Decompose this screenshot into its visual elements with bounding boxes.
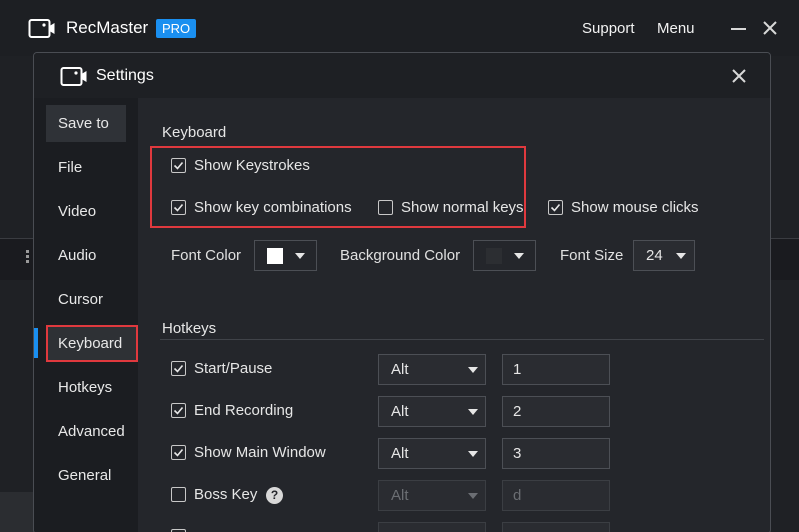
show-key-combinations-checkbox[interactable]: [171, 200, 186, 215]
sidebar-item-keyboard[interactable]: Keyboard: [46, 325, 138, 362]
chevron-down-icon: [468, 367, 478, 373]
chevron-down-icon: [468, 451, 478, 457]
recmaster-logo-icon: [28, 19, 55, 38]
boss-key-key-input[interactable]: d: [502, 480, 610, 511]
show-key-combinations-label: Show key combinations: [194, 199, 352, 216]
end-recording-checkbox[interactable]: [171, 403, 186, 418]
sidebar-item-hotkeys[interactable]: Hotkeys: [46, 369, 126, 406]
dialog-header: Settings: [34, 53, 770, 98]
checkmark-icon: [173, 364, 184, 373]
end-recording-label: End Recording: [194, 402, 294, 419]
background-color-swatch: [486, 248, 502, 264]
app-title: RecMaster: [66, 18, 149, 37]
show-main-window-label: Show Main Window: [194, 444, 326, 461]
hotkeys-section-title: Hotkeys: [162, 320, 217, 337]
help-icon[interactable]: ?: [266, 487, 283, 504]
font-size-label: Font Size: [560, 247, 624, 264]
show-keystrokes-label: Show Keystrokes: [194, 157, 310, 174]
chevron-down-icon: [295, 253, 305, 259]
background-panel: [0, 492, 34, 532]
boss-key-label: Boss Key: [194, 486, 258, 503]
background-toolbar-right: [770, 238, 799, 280]
boss-key-modifier-select[interactable]: Alt: [378, 480, 486, 511]
app-titlebar: RecMaster PRO Support Menu: [0, 0, 799, 56]
font-color-swatch: [267, 248, 283, 264]
show-main-window-modifier-select[interactable]: Alt: [378, 438, 486, 469]
next-hotkey-modifier-select[interactable]: [378, 522, 486, 532]
pro-badge: PRO: [156, 19, 197, 38]
show-main-window-checkbox[interactable]: [171, 445, 186, 460]
sidebar-item-save-to[interactable]: Save to: [46, 105, 126, 142]
start-pause-checkbox[interactable]: [171, 361, 186, 376]
font-size-value: 24: [646, 247, 663, 264]
settings-dialog: Settings Save to File Video Audio Cursor…: [33, 52, 771, 532]
chevron-down-icon: [514, 253, 524, 259]
active-indicator: [34, 328, 38, 358]
end-recording-modifier-select[interactable]: Alt: [378, 396, 486, 427]
checkmark-icon: [173, 406, 184, 415]
chevron-down-icon: [676, 253, 686, 259]
end-recording-key-input[interactable]: 2: [502, 396, 610, 427]
start-pause-label: Start/Pause: [194, 360, 273, 377]
chevron-down-icon: [468, 493, 478, 499]
checkmark-icon: [550, 203, 561, 212]
dialog-close-icon[interactable]: [732, 69, 746, 83]
start-pause-key-input[interactable]: 1: [502, 354, 610, 385]
sidebar-item-cursor[interactable]: Cursor: [46, 281, 126, 318]
modifier-value: Alt: [391, 361, 409, 378]
dialog-title: Settings: [96, 67, 154, 84]
font-color-label: Font Color: [171, 247, 242, 264]
show-normal-keys-label: Show normal keys: [401, 199, 524, 216]
modifier-value: Alt: [391, 403, 409, 420]
drag-handle-icon: [26, 250, 30, 264]
show-mouse-clicks-checkbox[interactable]: [548, 200, 563, 215]
show-mouse-clicks-label: Show mouse clicks: [571, 199, 699, 216]
sidebar-item-advanced[interactable]: Advanced: [46, 413, 126, 450]
checkmark-icon: [173, 161, 184, 170]
sidebar-item-video[interactable]: Video: [46, 193, 126, 230]
settings-logo-icon: [60, 67, 87, 86]
support-link[interactable]: Support: [582, 20, 635, 37]
next-hotkey-key-input[interactable]: [502, 522, 610, 532]
font-color-picker[interactable]: [254, 240, 317, 271]
modifier-value: Alt: [391, 445, 409, 462]
checkmark-icon: [173, 448, 184, 457]
background-color-label: Background Color: [340, 247, 461, 264]
chevron-down-icon: [468, 409, 478, 415]
sidebar-item-file[interactable]: File: [46, 149, 126, 186]
keyboard-section-title: Keyboard: [162, 124, 227, 141]
font-size-select[interactable]: 24: [633, 240, 695, 271]
start-pause-modifier-select[interactable]: Alt: [378, 354, 486, 385]
show-main-window-key-input[interactable]: 3: [502, 438, 610, 469]
settings-sidebar: Save to File Video Audio Cursor Keyboard…: [34, 98, 138, 532]
minimize-icon[interactable]: [731, 28, 746, 30]
show-normal-keys-checkbox[interactable]: [378, 200, 393, 215]
boss-key-checkbox[interactable]: [171, 487, 186, 502]
background-color-picker[interactable]: [473, 240, 536, 271]
checkmark-icon: [173, 203, 184, 212]
sidebar-item-audio[interactable]: Audio: [46, 237, 126, 274]
settings-content: Keyboard Show Keystrokes Show key combin…: [138, 98, 770, 532]
app-close-icon[interactable]: [762, 20, 778, 36]
section-divider: [160, 339, 764, 340]
show-keystrokes-checkbox[interactable]: [171, 158, 186, 173]
modifier-value: Alt: [391, 487, 409, 504]
sidebar-item-general[interactable]: General: [46, 457, 126, 494]
menu-button[interactable]: Menu: [657, 20, 695, 37]
